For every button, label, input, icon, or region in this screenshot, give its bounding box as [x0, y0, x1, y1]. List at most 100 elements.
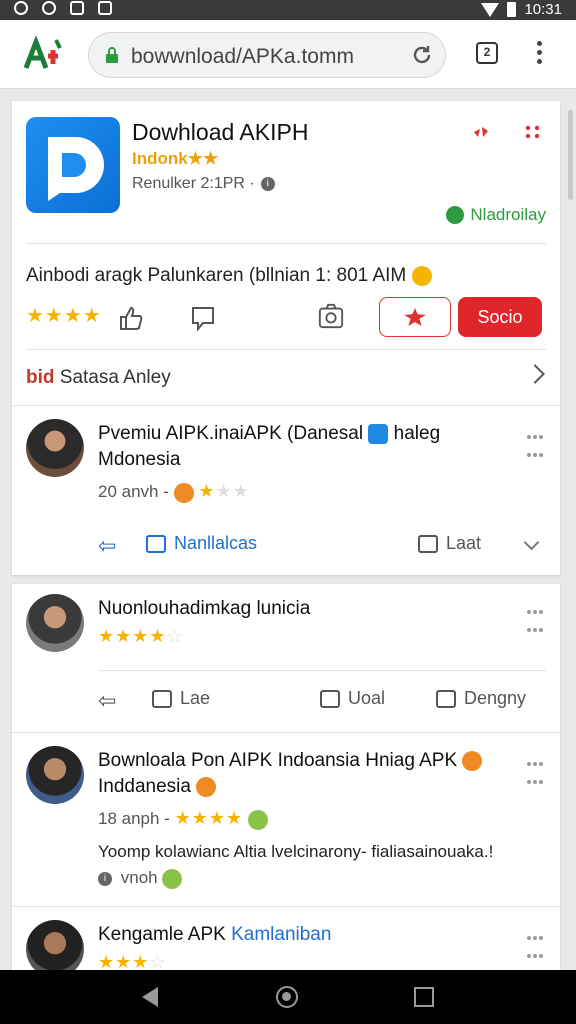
comment-icon	[418, 534, 438, 553]
review-stars: ★★★	[198, 481, 250, 501]
home-icon[interactable]	[276, 986, 298, 1008]
star-icon	[404, 308, 426, 326]
review-footer-text: vnoh	[120, 868, 158, 887]
rating-stars: ★★★★	[26, 305, 102, 327]
alarm-icon	[42, 1, 56, 15]
verified-icon	[368, 423, 389, 444]
notification-icon	[98, 1, 112, 15]
emoji-icon	[173, 482, 194, 503]
section-brand: bid	[26, 367, 55, 388]
review-card: Nuonlouhadimkag lunicia ★★★★☆ ⇦ Lae Uoal…	[12, 584, 560, 978]
chevron-right-icon[interactable]	[525, 364, 545, 384]
divider	[26, 349, 546, 350]
more-options-icon[interactable]	[526, 427, 544, 457]
divider	[98, 670, 546, 671]
avatar[interactable]	[26, 419, 84, 477]
app-logo-icon	[48, 137, 104, 201]
flag-icon	[436, 689, 456, 708]
message-label: Uoal	[348, 688, 386, 708]
favorite-button[interactable]	[379, 297, 451, 337]
back-icon[interactable]	[142, 987, 158, 1007]
review-title: Bownloala Pon AIPK Indoansia Hniag APK I…	[98, 748, 483, 800]
divider	[12, 405, 560, 406]
emoji-icon	[462, 750, 483, 771]
emoji-icon	[247, 809, 268, 830]
app-meta-text: Renulker 2:1PR ·	[132, 175, 255, 192]
review-title-line2: Mdonesia	[98, 449, 181, 470]
comment-icon[interactable]	[190, 305, 216, 331]
system-nav-bar	[0, 970, 576, 1024]
camera-icon[interactable]	[318, 303, 344, 329]
review-body: Yoomp kolawianc Altia lvelcinarony- fial…	[98, 842, 494, 861]
retweet-icon	[152, 689, 172, 708]
avatar[interactable]	[26, 594, 84, 652]
status-time: 10:31	[524, 1, 562, 18]
lock-icon	[106, 47, 118, 63]
thumbs-up-icon[interactable]	[118, 305, 144, 331]
sparkle-icon[interactable]	[472, 125, 490, 139]
check-circle-icon	[446, 206, 465, 224]
url-text[interactable]: bowwnload/APKa.tomm	[131, 45, 354, 69]
like-action[interactable]: Nanllalcas	[146, 533, 257, 554]
comment-label: Laat	[446, 533, 482, 553]
install-button[interactable]: Socio	[458, 297, 542, 337]
info-icon[interactable]: i	[260, 176, 275, 191]
more-options-icon[interactable]	[526, 602, 544, 632]
section-title: Satasa Anley	[59, 367, 171, 388]
reply-action[interactable]: ⇦	[98, 688, 116, 714]
info-icon: i	[98, 871, 112, 886]
share-action[interactable]: ⇦	[98, 533, 116, 559]
section-header[interactable]: bid Satasa Anley	[26, 367, 171, 389]
retweet-label: Lae	[180, 688, 211, 708]
review-meta: 20 anvh - ★★★	[98, 481, 250, 503]
review-title-link[interactable]: Kamlaniban	[231, 924, 331, 945]
tabs-button[interactable]: 2	[476, 42, 498, 64]
more-options-icon[interactable]	[526, 928, 544, 958]
grid-dots-icon[interactable]	[524, 125, 542, 139]
app-description-text: Ainbodi aragk Palunkaren (bllnian 1: 801…	[26, 265, 407, 286]
review-title: Nuonlouhadimkag lunicia	[98, 598, 311, 619]
review-title-text: Pvemiu AIPK.inaiAPK (Danesal	[98, 423, 364, 444]
wifi-icon	[481, 2, 500, 17]
review-title-text: Bownloala Pon AIPK Indoansia Hniag APK	[98, 750, 458, 771]
app-description: Ainbodi aragk Palunkaren (bllnian 1: 801…	[26, 265, 432, 287]
app-title: Dowhload AKIPH	[132, 119, 309, 145]
message-icon	[320, 689, 340, 708]
apk-logo-icon[interactable]	[24, 36, 66, 70]
now-badge-label: Nladroilay	[470, 205, 546, 224]
usb-icon	[14, 1, 28, 15]
emoji-icon	[162, 868, 183, 889]
status-bar: 10:31	[0, 0, 576, 20]
emoji-icon	[196, 776, 217, 797]
scrollbar[interactable]	[568, 110, 573, 200]
comment-action[interactable]: Laat	[418, 533, 481, 554]
share-icon: ⇦	[98, 533, 117, 558]
now-badge: Nladroilay	[446, 205, 546, 225]
flag-label: Dengny	[464, 688, 527, 708]
battery-icon	[507, 2, 517, 17]
review-meta: 18 anph - ★★★★	[98, 808, 268, 830]
like-label: Nanllalcas	[174, 533, 258, 553]
review-title-line2: Inddanesia	[98, 776, 191, 797]
app-card: Dowhload AKIPH Indonk★★ Renulker 2:1PR ·…	[12, 101, 560, 575]
overflow-menu-icon[interactable]	[536, 41, 544, 67]
recent-apps-icon[interactable]	[414, 987, 434, 1007]
more-options-icon[interactable]	[526, 754, 544, 784]
chevron-down-icon[interactable]	[523, 534, 540, 551]
reload-icon[interactable]	[411, 44, 433, 66]
divider	[12, 906, 560, 907]
message-action[interactable]: Uoal	[320, 688, 385, 709]
review-title-text: Kengamle APK	[98, 924, 226, 945]
app-icon[interactable]	[26, 117, 120, 213]
review-title-badge: haleg	[393, 423, 441, 444]
url-bar[interactable]: bowwnload/APKa.tomm	[88, 32, 446, 78]
divider	[26, 243, 546, 244]
avatar[interactable]	[26, 746, 84, 804]
review-stars: ★★★★☆	[98, 626, 184, 646]
app-meta: Renulker 2:1PR · i	[132, 175, 275, 193]
browser-toolbar: bowwnload/APKa.tomm 2	[0, 20, 576, 89]
app-subtitle: Indonk★★	[132, 149, 219, 168]
flag-action[interactable]: Dengny	[436, 688, 526, 709]
retweet-action[interactable]: Lae	[152, 688, 210, 709]
reply-icon: ⇦	[98, 688, 117, 713]
